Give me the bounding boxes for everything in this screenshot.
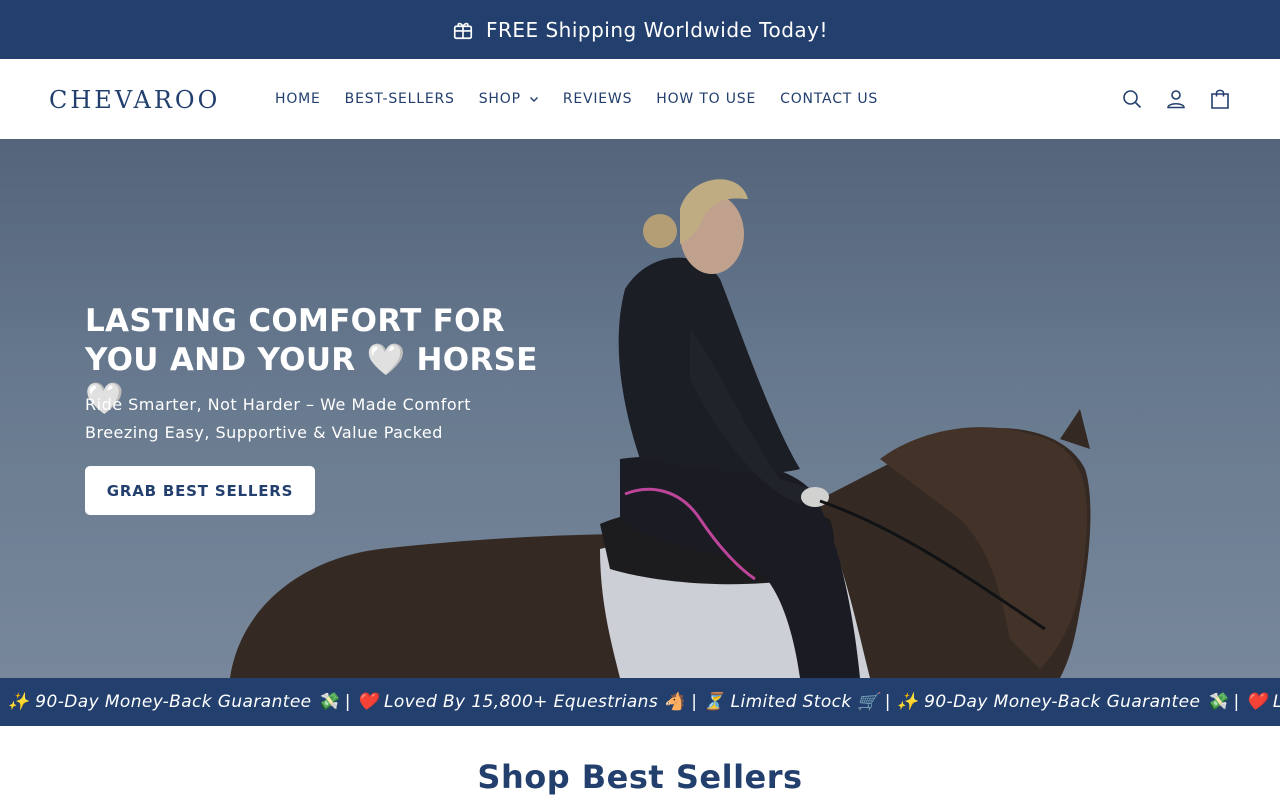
search-icon[interactable] (1120, 87, 1144, 111)
nav-item-reviews[interactable]: REVIEWS (563, 91, 632, 107)
promo-marquee: | ✨ 90-Day Money-Back Guarantee 💸 | ❤️ L… (0, 678, 1280, 726)
nav-item-how-to-use[interactable]: HOW TO USE (656, 91, 756, 107)
site-header: CHEVAROO HOME BEST-SELLERS SHOP REVIEWS … (0, 59, 1280, 139)
marquee-text: | ✨ 90-Day Money-Back Guarantee 💸 | ❤️ L… (0, 692, 1280, 712)
announcement-text: FREE Shipping Worldwide Today! (485, 17, 829, 42)
nav-item-home[interactable]: HOME (275, 91, 321, 107)
nav-item-contact-us[interactable]: CONTACT US (780, 91, 878, 107)
chevron-down-icon (529, 94, 539, 104)
account-icon[interactable] (1164, 87, 1188, 111)
nav-label: BEST-SELLERS (344, 91, 455, 107)
announcement-bar: FREE Shipping Worldwide Today! (0, 0, 1280, 59)
cart-icon[interactable] (1208, 87, 1232, 111)
section-title: Shop Best Sellers (477, 758, 803, 796)
hero-banner: LASTING COMFORT FOR YOU AND YOUR 🤍 HORSE… (0, 139, 1280, 678)
header-icons (1100, 59, 1232, 139)
nav-item-best-sellers[interactable]: BEST-SELLERS (345, 91, 455, 107)
nav-item-shop[interactable]: SHOP (479, 91, 539, 107)
main-nav: HOME BEST-SELLERS SHOP REVIEWS HOW TO US… (275, 59, 902, 139)
nav-label: SHOP (478, 91, 521, 107)
gift-icon (452, 19, 474, 41)
nav-label: CONTACT US (780, 91, 879, 107)
hero-subtitle: Ride Smarter, Not Harder – We Made Comfo… (85, 395, 471, 442)
nav-label: HOME (275, 91, 321, 107)
site-logo[interactable]: CHEVAROO (49, 86, 220, 114)
grab-best-sellers-button[interactable]: GRAB BEST SELLERS (85, 466, 315, 515)
nav-label: HOW TO USE (656, 91, 757, 107)
nav-label: REVIEWS (562, 91, 633, 107)
